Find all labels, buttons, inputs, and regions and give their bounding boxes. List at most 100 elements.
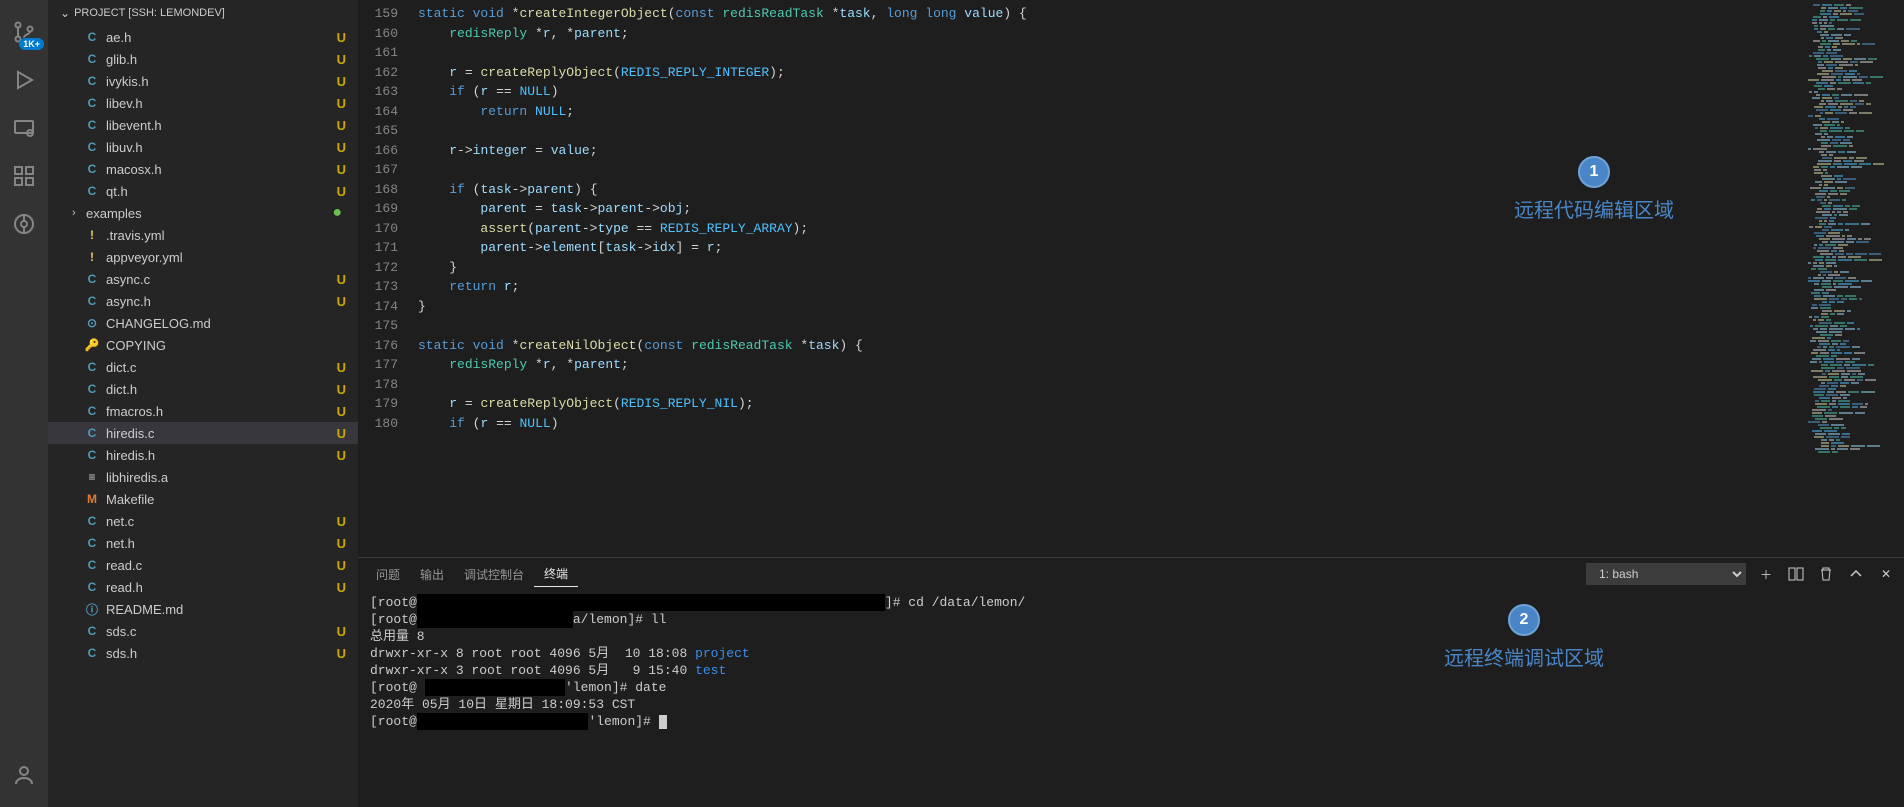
git-status: U <box>337 162 346 177</box>
chevron-right-icon: › <box>72 207 86 219</box>
file-item-read.c[interactable]: Cread.cU <box>48 554 358 576</box>
file-item-sds.c[interactable]: Csds.cU <box>48 620 358 642</box>
tab-terminal[interactable]: 终端 <box>534 561 578 587</box>
file-type-icon: C <box>84 95 100 111</box>
run-icon[interactable] <box>0 56 48 104</box>
file-type-icon: C <box>84 425 100 441</box>
close-panel-icon[interactable]: ✕ <box>1876 564 1896 584</box>
file-item-ae.h[interactable]: Cae.hU <box>48 26 358 48</box>
code-area[interactable]: static void *createIntegerObject(const r… <box>418 0 1804 557</box>
file-name: Makefile <box>106 492 350 507</box>
annotation-text-2: 远程终端调试区域 <box>1444 642 1604 671</box>
file-item-glib.h[interactable]: Cglib.hU <box>48 48 358 70</box>
file-item-hiredis.h[interactable]: Chiredis.hU <box>48 444 358 466</box>
terminal-body[interactable]: [root@xxxxxxxxxxxxxxxxxxxxxxxxxxxxxxxxxx… <box>358 590 1904 807</box>
file-name: net.c <box>106 514 337 529</box>
git-status: U <box>337 294 346 309</box>
git-status: U <box>337 52 346 67</box>
file-item-libhiredis.a[interactable]: ≡libhiredis.a <box>48 466 358 488</box>
tab-debug-console[interactable]: 调试控制台 <box>454 562 534 587</box>
file-item-net.c[interactable]: Cnet.cU <box>48 510 358 532</box>
file-item-libevent.h[interactable]: Clibevent.hU <box>48 114 358 136</box>
file-item-read.h[interactable]: Cread.hU <box>48 576 358 598</box>
project-title: PROJECT [SSH: LEMONDEV] <box>74 7 225 19</box>
account-icon[interactable] <box>0 751 48 799</box>
file-item-Makefile[interactable]: MMakefile <box>48 488 358 510</box>
file-item-macosx.h[interactable]: Cmacosx.hU <box>48 158 358 180</box>
file-list[interactable]: Cae.hUCglib.hUCivykis.hUClibev.hUClibeve… <box>48 26 358 807</box>
main-area: 1591601611621631641651661671681691701711… <box>358 0 1904 807</box>
file-name: async.c <box>106 272 337 287</box>
file-item-dict.c[interactable]: Cdict.cU <box>48 356 358 378</box>
branch-icon[interactable]: 1K+ <box>0 8 48 56</box>
file-name: dict.c <box>106 360 337 375</box>
git-status: U <box>337 580 346 595</box>
tab-problems[interactable]: 问题 <box>366 562 410 587</box>
file-item-COPYING[interactable]: 🔑COPYING <box>48 334 358 356</box>
maximize-panel-icon[interactable] <box>1846 564 1866 584</box>
editor[interactable]: 1591601611621631641651661671681691701711… <box>358 0 1904 557</box>
annotation-1: 1 远程代码编辑区域 <box>1514 156 1674 223</box>
file-type-icon: ! <box>84 249 100 265</box>
split-terminal-icon[interactable] <box>1786 564 1806 584</box>
project-header[interactable]: ⌄ PROJECT [SSH: LEMONDEV] <box>48 0 358 26</box>
file-type-icon: C <box>84 381 100 397</box>
file-name: read.h <box>106 580 337 595</box>
git-status: U <box>337 646 346 661</box>
git-status: U <box>337 118 346 133</box>
file-item-libev.h[interactable]: Clibev.hU <box>48 92 358 114</box>
file-type-icon: C <box>84 161 100 177</box>
file-item-libuv.h[interactable]: Clibuv.hU <box>48 136 358 158</box>
git-status: U <box>337 140 346 155</box>
file-name: ae.h <box>106 30 337 45</box>
minimap[interactable] <box>1804 0 1904 557</box>
tab-output[interactable]: 输出 <box>410 562 454 587</box>
file-name: macosx.h <box>106 162 337 177</box>
circuit-icon[interactable] <box>0 200 48 248</box>
remote-explorer-icon[interactable] <box>0 104 48 152</box>
file-name: hiredis.c <box>106 426 337 441</box>
file-name: net.h <box>106 536 337 551</box>
file-item-qt.h[interactable]: Cqt.hU <box>48 180 358 202</box>
file-item-.travis.yml[interactable]: !.travis.yml <box>48 224 358 246</box>
file-name: qt.h <box>106 184 337 199</box>
chevron-down-icon: ⌄ <box>60 6 70 20</box>
new-terminal-icon[interactable]: ＋ <box>1756 564 1776 584</box>
file-item-examples[interactable]: ›examples● <box>48 202 358 224</box>
file-type-icon: C <box>84 73 100 89</box>
file-type-icon: ! <box>84 227 100 243</box>
file-item-CHANGELOG.md[interactable]: ⊙CHANGELOG.md <box>48 312 358 334</box>
file-type-icon: ⓘ <box>84 601 100 617</box>
file-item-async.c[interactable]: Casync.cU <box>48 268 358 290</box>
file-type-icon: C <box>84 645 100 661</box>
file-item-async.h[interactable]: Casync.hU <box>48 290 358 312</box>
file-item-dict.h[interactable]: Cdict.hU <box>48 378 358 400</box>
extensions-icon[interactable] <box>0 152 48 200</box>
file-type-icon: C <box>84 403 100 419</box>
modified-dot-icon: ● <box>332 204 342 222</box>
file-item-net.h[interactable]: Cnet.hU <box>48 532 358 554</box>
kill-terminal-icon[interactable] <box>1816 564 1836 584</box>
file-item-hiredis.c[interactable]: Chiredis.cU <box>48 422 358 444</box>
git-status: U <box>337 74 346 89</box>
file-name: examples <box>86 206 332 221</box>
annotation-2: 2 远程终端调试区域 <box>1444 604 1604 671</box>
file-name: README.md <box>106 602 350 617</box>
file-item-appveyor.yml[interactable]: !appveyor.yml <box>48 246 358 268</box>
file-item-sds.h[interactable]: Csds.hU <box>48 642 358 664</box>
file-item-README.md[interactable]: ⓘ README.md <box>48 598 358 620</box>
annotation-badge-1: 1 <box>1578 156 1610 188</box>
file-type-icon: ≡ <box>84 469 100 485</box>
git-status: U <box>337 514 346 529</box>
git-status: U <box>337 404 346 419</box>
file-item-ivykis.h[interactable]: Civykis.hU <box>48 70 358 92</box>
git-status: U <box>337 272 346 287</box>
panel-tabs: 问题 输出 调试控制台 终端 1: bash ＋ ✕ <box>358 558 1904 590</box>
file-item-fmacros.h[interactable]: Cfmacros.hU <box>48 400 358 422</box>
file-type-icon: ⊙ <box>84 315 100 331</box>
sidebar: ⌄ PROJECT [SSH: LEMONDEV] Cae.hUCglib.hU… <box>48 0 358 807</box>
terminal-select[interactable]: 1: bash <box>1586 563 1746 585</box>
file-name: COPYING <box>106 338 350 353</box>
annotation-text-1: 远程代码编辑区域 <box>1514 194 1674 223</box>
git-status: U <box>337 448 346 463</box>
